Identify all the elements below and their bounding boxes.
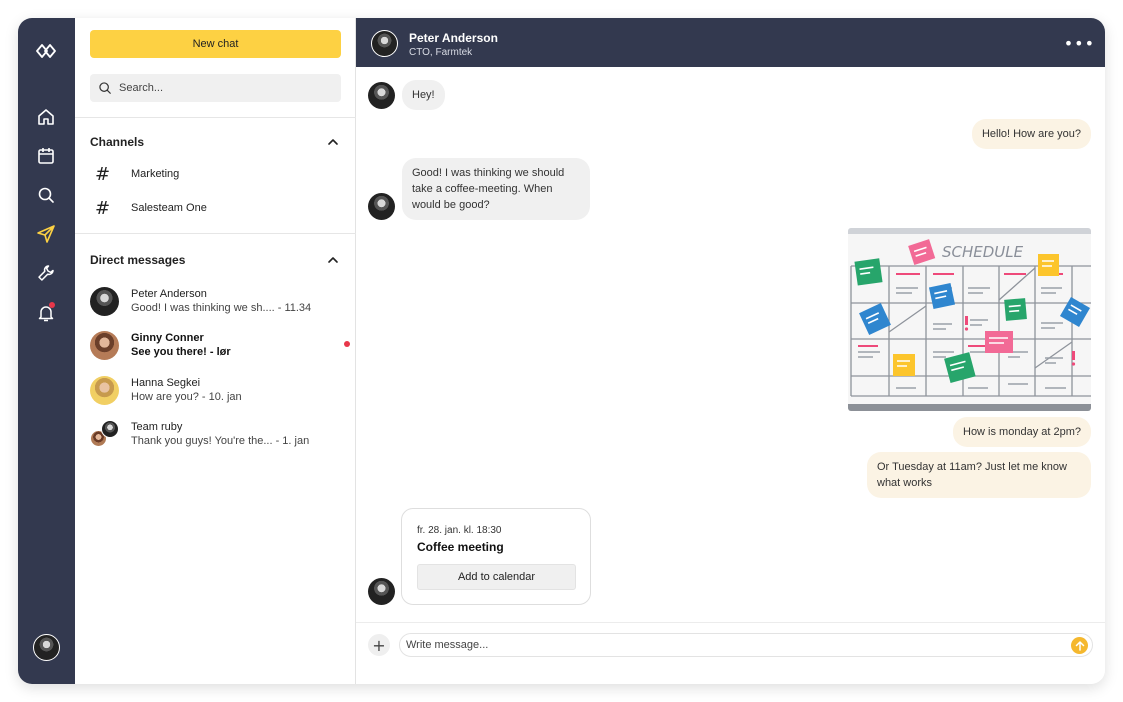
avatar [90, 287, 119, 316]
send-icon[interactable] [34, 222, 58, 246]
conversation-sidebar: New chat Channels # Marketing # Salestea… [75, 18, 356, 684]
hash-icon: # [95, 163, 111, 185]
message-input[interactable] [406, 639, 1046, 651]
channel-label: Marketing [131, 168, 180, 180]
chevron-up-icon[interactable] [327, 254, 339, 266]
dm-name: Ginny Conner [131, 332, 204, 344]
new-chat-button[interactable]: New chat [90, 30, 341, 58]
dm-preview: How are you? - 10. jan [131, 391, 242, 403]
divider [356, 622, 1105, 623]
message-bubble: Hello! How are you? [971, 119, 1091, 149]
schedule-image[interactable]: SCHEDULE [848, 228, 1091, 411]
dm-preview: Thank you guys! You're the... - 1. jan [131, 435, 310, 447]
divider [75, 117, 356, 118]
dm-name: Team ruby [131, 421, 183, 433]
message-bubble: Or Tuesday at 11am? Just let me know wha… [867, 452, 1091, 498]
channel-item-marketing[interactable]: # Marketing [90, 162, 340, 186]
dm-preview: Good! I was thinking we sh.... - 11.34 [131, 302, 312, 314]
message-bubble: Good! I was thinking we should take a co… [402, 158, 590, 220]
divider [75, 233, 356, 234]
dm-item-hanna-segkei[interactable]: Hanna Segkei How are you? - 10. jan [90, 374, 350, 412]
avatar [90, 376, 119, 405]
avatar [368, 82, 395, 109]
send-button[interactable] [1071, 637, 1088, 654]
event-card: fr. 28. jan. kl. 18:30 Coffee meeting Ad… [401, 508, 591, 605]
wrench-icon[interactable] [34, 261, 58, 285]
more-options-icon[interactable]: ••• [1064, 34, 1095, 53]
message-composer [399, 633, 1093, 657]
user-avatar[interactable] [33, 634, 60, 661]
avatar [368, 578, 395, 605]
bell-icon[interactable] [34, 301, 58, 325]
app-window: New chat Channels # Marketing # Salestea… [18, 18, 1105, 684]
dm-item-peter-anderson[interactable]: Peter Anderson Good! I was thinking we s… [90, 285, 350, 323]
avatar [368, 193, 395, 220]
channel-item-salesteam-one[interactable]: # Salesteam One [90, 196, 340, 220]
chevron-up-icon[interactable] [327, 136, 339, 148]
chat-header: Peter Anderson CTO, Farmtek ••• [356, 18, 1105, 67]
search-box[interactable] [90, 74, 341, 102]
channels-title: Channels [90, 135, 145, 149]
dm-item-ginny-conner[interactable]: Ginny Conner See you there! - lør [90, 329, 350, 367]
dm-name: Hanna Segkei [131, 377, 201, 389]
contact-name: Peter Anderson [409, 31, 498, 45]
chat-panel: Peter Anderson CTO, Farmtek ••• Hey! Hel… [356, 18, 1105, 684]
hash-icon: # [95, 197, 111, 219]
icon-rail [18, 18, 75, 684]
avatar[interactable] [371, 30, 398, 57]
event-date: fr. 28. jan. kl. 18:30 [417, 525, 502, 536]
dm-name: Peter Anderson [131, 288, 207, 300]
unread-dot [344, 341, 350, 347]
search-icon [99, 82, 111, 94]
schedule-caption: SCHEDULE [942, 243, 1024, 261]
event-title: Coffee meeting [417, 540, 504, 554]
dm-preview: See you there! - lør [131, 346, 231, 358]
notification-dot [49, 302, 55, 308]
message-bubble: How is monday at 2pm? [953, 417, 1091, 447]
logo-icon[interactable] [34, 39, 58, 63]
home-icon[interactable] [34, 105, 58, 129]
add-to-calendar-button[interactable]: Add to calendar [417, 564, 576, 590]
channel-label: Salesteam One [131, 202, 207, 214]
arrow-up-icon [1075, 640, 1084, 651]
search-input[interactable] [119, 82, 319, 94]
search-icon[interactable] [34, 183, 58, 207]
group-avatar [90, 420, 119, 449]
contact-role: CTO, Farmtek [409, 47, 473, 58]
calendar-icon[interactable] [34, 144, 58, 168]
message-bubble: Hey! [402, 80, 445, 110]
add-attachment-button[interactable]: + [368, 634, 390, 656]
dm-title: Direct messages [90, 253, 186, 267]
avatar [90, 331, 119, 360]
dm-item-team-ruby[interactable]: Team ruby Thank you guys! You're the... … [90, 418, 350, 456]
